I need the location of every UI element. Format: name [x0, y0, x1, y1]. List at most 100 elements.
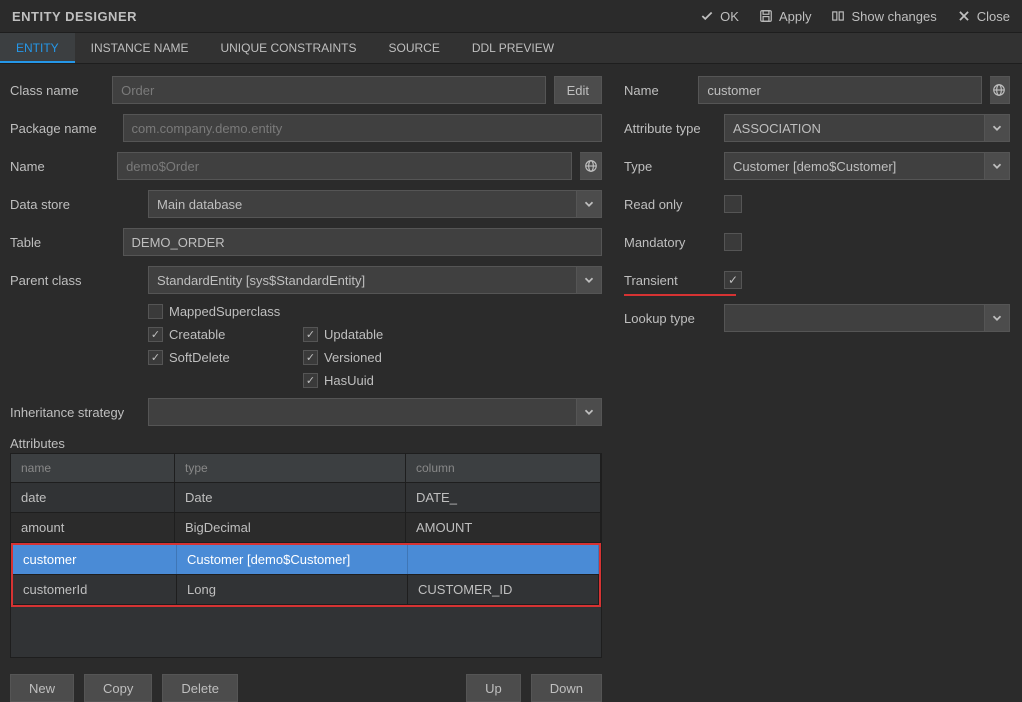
updatable-label: Updatable	[324, 327, 383, 342]
tab-instance-name[interactable]: INSTANCE NAME	[75, 33, 205, 63]
mandatory-checkbox[interactable]	[724, 233, 742, 251]
hasuuid-label: HasUuid	[324, 373, 374, 388]
class-name-label: Class name	[10, 83, 104, 98]
column-header-type[interactable]: type	[175, 454, 406, 482]
delete-button[interactable]: Delete	[162, 674, 238, 702]
cell-name: customerId	[13, 575, 177, 604]
tab-bar: ENTITY INSTANCE NAME UNIQUE CONSTRAINTS …	[0, 32, 1022, 64]
data-store-select[interactable]	[148, 190, 576, 218]
show-changes-button[interactable]: Show changes	[831, 9, 936, 24]
attr-localize-button[interactable]	[990, 76, 1010, 104]
table-input[interactable]	[123, 228, 602, 256]
cell-type: Long	[177, 575, 408, 604]
creatable-label: Creatable	[169, 327, 225, 342]
chevron-down-icon	[582, 273, 596, 287]
apply-label: Apply	[779, 9, 812, 24]
column-header-name[interactable]: name	[11, 454, 175, 482]
name-input	[117, 152, 572, 180]
cell-column	[408, 545, 599, 574]
creatable-checkbox[interactable]	[148, 327, 163, 342]
attributes-table: name type column date Date DATE_ amount …	[10, 453, 602, 658]
cell-name: customer	[13, 545, 177, 574]
transient-label: Transient	[624, 273, 716, 288]
versioned-checkbox[interactable]	[303, 350, 318, 365]
table-row[interactable]: customerId Long CUSTOMER_ID	[13, 575, 599, 605]
cell-column: AMOUNT	[406, 513, 601, 542]
tab-unique-constraints[interactable]: UNIQUE CONSTRAINTS	[204, 33, 372, 63]
inheritance-label: Inheritance strategy	[10, 405, 140, 420]
globe-icon	[584, 159, 598, 173]
cell-type: Customer [demo$Customer]	[177, 545, 408, 574]
chevron-down-icon	[582, 197, 596, 211]
parent-class-select[interactable]	[148, 266, 576, 294]
versioned-label: Versioned	[324, 350, 382, 365]
copy-button[interactable]: Copy	[84, 674, 152, 702]
lookup-type-label: Lookup type	[624, 311, 716, 326]
chevron-down-icon	[990, 311, 1004, 325]
inheritance-dropdown-button[interactable]	[576, 398, 602, 426]
transient-checkbox[interactable]	[724, 271, 742, 289]
type-select[interactable]	[724, 152, 984, 180]
ok-button[interactable]: OK	[700, 9, 739, 24]
globe-icon	[992, 83, 1006, 97]
attr-type-label: Attribute type	[624, 121, 716, 136]
readonly-label: Read only	[624, 197, 716, 212]
type-label: Type	[624, 159, 716, 174]
cell-type: BigDecimal	[175, 513, 406, 542]
new-button[interactable]: New	[10, 674, 74, 702]
parent-class-dropdown-button[interactable]	[576, 266, 602, 294]
apply-button[interactable]: Apply	[759, 9, 812, 24]
mapped-superclass-checkbox[interactable]	[148, 304, 163, 319]
highlight-annotation: customer Customer [demo$Customer] custom…	[11, 543, 601, 607]
attributes-label: Attributes	[10, 436, 602, 451]
package-name-input	[123, 114, 602, 142]
localize-button[interactable]	[580, 152, 602, 180]
lookup-type-select[interactable]	[724, 304, 984, 332]
edit-button[interactable]: Edit	[554, 76, 602, 104]
attr-name-input[interactable]	[698, 76, 981, 104]
cell-column: CUSTOMER_ID	[408, 575, 599, 604]
cell-type: Date	[175, 483, 406, 512]
data-store-label: Data store	[10, 197, 140, 212]
table-row[interactable]: date Date DATE_	[11, 483, 601, 513]
table-label: Table	[10, 235, 115, 250]
data-store-dropdown-button[interactable]	[576, 190, 602, 218]
check-icon	[700, 9, 714, 23]
tab-ddl-preview[interactable]: DDL PREVIEW	[456, 33, 570, 63]
hasuuid-checkbox[interactable]	[303, 373, 318, 388]
attr-type-select[interactable]	[724, 114, 984, 142]
lookup-type-dropdown-button[interactable]	[984, 304, 1010, 332]
chevron-down-icon	[990, 159, 1004, 173]
floppy-icon	[759, 9, 773, 23]
class-name-input	[112, 76, 546, 104]
tab-entity[interactable]: ENTITY	[0, 33, 75, 63]
chevron-down-icon	[990, 121, 1004, 135]
parent-class-label: Parent class	[10, 273, 140, 288]
attr-type-dropdown-button[interactable]	[984, 114, 1010, 142]
chevron-down-icon	[582, 405, 596, 419]
page-title: ENTITY DESIGNER	[12, 9, 137, 24]
tab-source[interactable]: SOURCE	[372, 33, 455, 63]
up-button[interactable]: Up	[466, 674, 521, 702]
inheritance-select[interactable]	[148, 398, 576, 426]
column-header-column[interactable]: column	[406, 454, 601, 482]
table-row[interactable]: amount BigDecimal AMOUNT	[11, 513, 601, 543]
cell-name: amount	[11, 513, 175, 542]
package-name-label: Package name	[10, 121, 115, 136]
highlight-underline	[624, 294, 736, 296]
show-changes-label: Show changes	[851, 9, 936, 24]
ok-label: OK	[720, 9, 739, 24]
type-dropdown-button[interactable]	[984, 152, 1010, 180]
table-row[interactable]: customer Customer [demo$Customer]	[13, 545, 599, 575]
cell-name: date	[11, 483, 175, 512]
down-button[interactable]: Down	[531, 674, 602, 702]
mapped-superclass-label: MappedSuperclass	[169, 304, 280, 319]
readonly-checkbox[interactable]	[724, 195, 742, 213]
mandatory-label: Mandatory	[624, 235, 716, 250]
updatable-checkbox[interactable]	[303, 327, 318, 342]
close-label: Close	[977, 9, 1010, 24]
cell-column: DATE_	[406, 483, 601, 512]
softdelete-checkbox[interactable]	[148, 350, 163, 365]
softdelete-label: SoftDelete	[169, 350, 230, 365]
close-button[interactable]: Close	[957, 9, 1010, 24]
